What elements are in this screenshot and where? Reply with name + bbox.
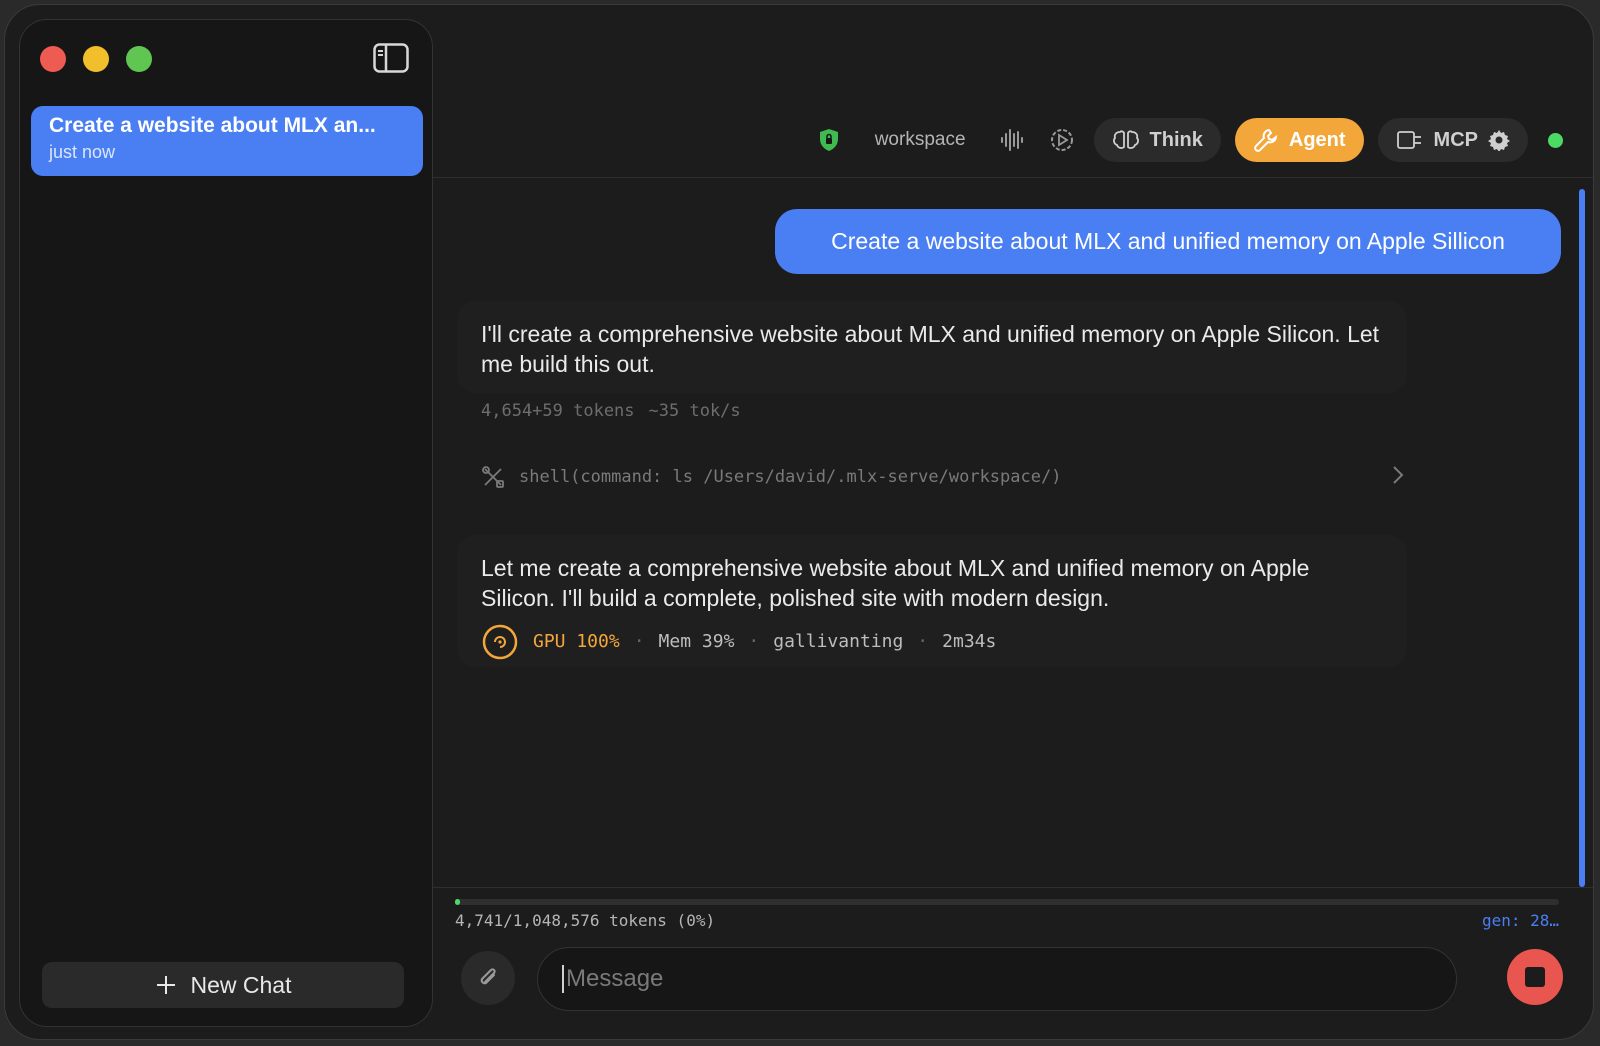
message-input[interactable] [562,965,1432,993]
status-separator: · [633,631,645,652]
token-usage: 4,741/1,048,576 tokens (0%) [455,911,716,930]
plus-icon [156,976,175,994]
new-chat-label: New Chat [190,971,292,998]
tools-icon [482,466,504,488]
wrench-icon [1254,128,1278,152]
chat-list-item[interactable]: Create a website about MLX an... just no… [31,106,423,176]
message-input-container[interactable] [537,947,1457,1011]
composer-divider [433,887,1593,888]
conversation-scrollbar[interactable] [1579,189,1585,887]
chat-main: workspace Think Agent MCP Create a websi… [433,5,1593,1039]
gear-icon[interactable] [1488,129,1510,151]
chevron-right-icon[interactable] [1391,463,1405,487]
assistant-message-text: Let me create a comprehensive website ab… [481,555,1310,611]
assistant-message-text: I'll create a comprehensive website abou… [481,321,1380,377]
stop-icon [1525,967,1545,987]
assistant-message: I'll create a comprehensive website abou… [457,301,1407,393]
memory-usage: Mem 39% [658,631,735,652]
agent-label: Agent [1288,128,1346,151]
plug-icon [1396,131,1421,149]
header-divider [433,177,1593,178]
chat-item-time: just now [49,142,116,162]
speed-meta: ~35 tok/s [648,401,741,421]
status-separator: · [917,631,929,652]
workspace-label[interactable]: workspace [875,129,966,151]
status-separator: · [748,631,760,652]
message-meta: 4,654+59 tokens ~35 tok/s [481,401,741,421]
spinner-icon [482,624,518,660]
paperclip-icon [480,968,496,985]
gen-stats[interactable]: gen: 28… [1482,911,1559,930]
zoom-window-button[interactable] [126,46,152,72]
assistant-message: Let me create a comprehensive website ab… [457,535,1407,667]
new-chat-button[interactable]: New Chat [42,962,404,1008]
window-controls [40,46,152,72]
chat-item-title: Create a website about MLX an... [49,114,376,137]
server-status-indicator [1548,132,1563,148]
attach-button[interactable] [461,951,515,1005]
think-toggle-button[interactable]: Think [1093,118,1221,162]
tool-call-row[interactable]: shell(command: ls /Users/david/.mlx-serv… [481,463,1405,491]
activity-status: gallivanting [773,631,904,652]
toolbar: workspace Think Agent MCP [811,117,1563,163]
think-label: Think [1149,128,1203,151]
tool-call-text: shell(command: ls /Users/david/.mlx-serv… [519,467,1062,487]
sidebar-toggle-icon[interactable] [372,42,410,74]
close-window-button[interactable] [40,46,66,72]
context-progress-fill [455,899,460,905]
token-meta: 4,654+59 tokens [481,401,635,421]
elapsed-time: 2m34s [942,631,997,652]
generation-status: GPU 100% · Mem 39% · gallivanting · 2m34… [481,623,1383,661]
brain-icon [1112,130,1139,149]
shield-lock-icon[interactable] [811,122,847,158]
voice-waveform-icon[interactable] [994,122,1030,158]
gpu-usage: GPU 100% [533,631,620,652]
settings-play-icon[interactable] [1044,122,1080,158]
user-message: Create a website about MLX and unified m… [775,209,1561,274]
stop-generation-button[interactable] [1507,949,1563,1005]
context-progress-bar [455,899,1559,905]
app-window: Create a website about MLX an... just no… [4,4,1594,1040]
agent-toggle-button[interactable]: Agent [1234,118,1364,162]
mcp-button[interactable]: MCP [1377,118,1528,162]
minimize-window-button[interactable] [83,46,109,72]
user-message-text: Create a website about MLX and unified m… [831,228,1505,254]
mcp-label: MCP [1433,128,1478,151]
sidebar: Create a website about MLX an... just no… [19,19,433,1027]
